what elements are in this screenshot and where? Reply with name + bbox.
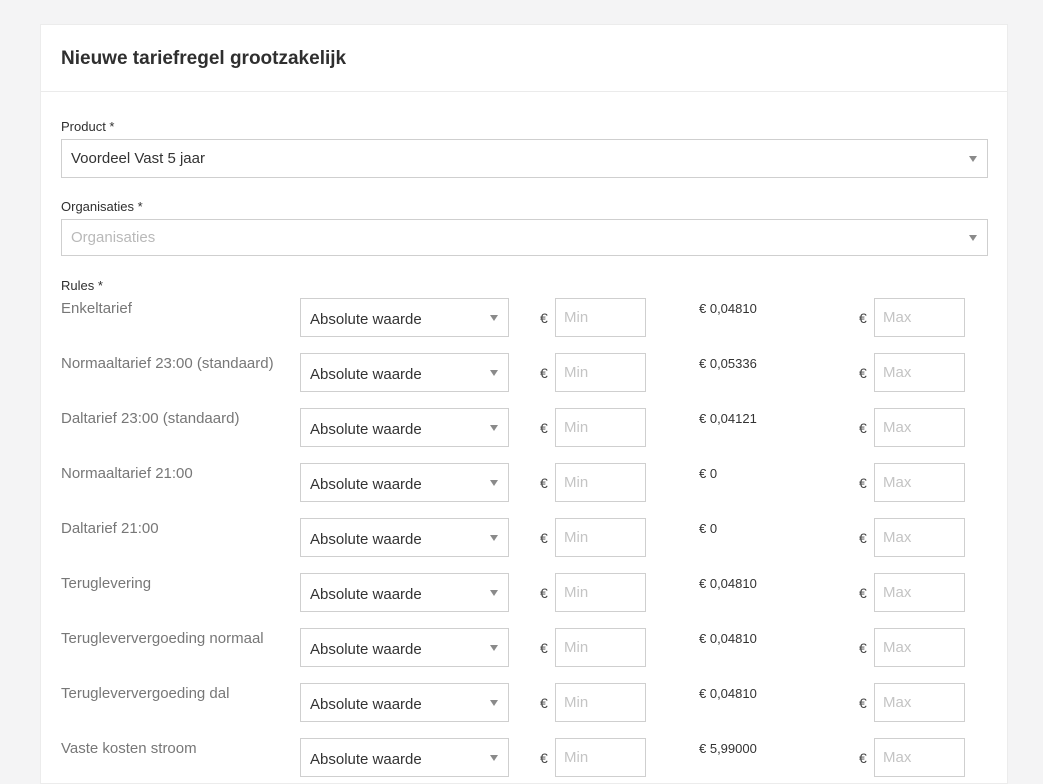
rule-type-value: Absolute waarde xyxy=(310,751,422,768)
chevron-down-icon xyxy=(969,155,977,162)
min-currency-symbol: € xyxy=(540,695,548,711)
min-input[interactable] xyxy=(555,518,646,557)
rule-name: Terugleververgoeding dal xyxy=(61,685,230,702)
min-currency-symbol: € xyxy=(540,420,548,436)
rule-name: Daltarief 23:00 (standaard) xyxy=(61,410,240,427)
max-input[interactable] xyxy=(874,628,965,667)
rule-type-select[interactable]: Absolute waarde xyxy=(300,353,509,392)
rule-type-select[interactable]: Absolute waarde xyxy=(300,738,509,777)
card-header: Nieuwe tariefregel grootzakelijk xyxy=(41,25,1007,92)
max-input[interactable] xyxy=(874,353,965,392)
current-rate-value: € 0,04810 xyxy=(699,631,757,646)
rule-type-select[interactable]: Absolute waarde xyxy=(300,683,509,722)
min-input[interactable] xyxy=(555,628,646,667)
rule-type-select[interactable]: Absolute waarde xyxy=(300,463,509,502)
min-input[interactable] xyxy=(555,463,646,502)
rule-name: Teruglevering xyxy=(61,575,152,592)
rule-type-value: Absolute waarde xyxy=(310,421,422,438)
rule-name: Terugleververgoeding normaal xyxy=(61,630,264,647)
rule-type-value: Absolute waarde xyxy=(310,311,422,328)
min-currency-symbol: € xyxy=(540,475,548,491)
chevron-down-icon xyxy=(490,589,498,596)
max-input[interactable] xyxy=(874,463,965,502)
max-currency-symbol: € xyxy=(859,585,867,601)
current-rate-value: € 0,04121 xyxy=(699,411,757,426)
max-input[interactable] xyxy=(874,738,965,777)
rule-type-value: Absolute waarde xyxy=(310,476,422,493)
rule-type-value: Absolute waarde xyxy=(310,586,422,603)
rule-name: Normaaltarief 21:00 xyxy=(61,465,193,482)
current-rate-value: € 0,04810 xyxy=(699,686,757,701)
rule-type-value: Absolute waarde xyxy=(310,696,422,713)
current-rate-value: € 0,04810 xyxy=(699,301,757,316)
chevron-down-icon xyxy=(490,534,498,541)
rule-type-value: Absolute waarde xyxy=(310,366,422,383)
rule-name: Enkeltarief xyxy=(61,300,132,317)
chevron-down-icon xyxy=(490,479,498,486)
max-currency-symbol: € xyxy=(859,640,867,656)
rule-name: Daltarief 21:00 xyxy=(61,520,159,537)
rule-type-select[interactable]: Absolute waarde xyxy=(300,628,509,667)
rule-type-value: Absolute waarde xyxy=(310,641,422,658)
max-input[interactable] xyxy=(874,298,965,337)
chevron-down-icon xyxy=(490,699,498,706)
chevron-down-icon xyxy=(490,644,498,651)
current-rate-value: € 5,99000 xyxy=(699,741,757,756)
rules-label: Rules * xyxy=(61,278,103,293)
product-select[interactable]: Voordeel Vast 5 jaar xyxy=(61,139,988,178)
min-input[interactable] xyxy=(555,683,646,722)
rule-type-select[interactable]: Absolute waarde xyxy=(300,298,509,337)
max-currency-symbol: € xyxy=(859,475,867,491)
current-rate-value: € 0 xyxy=(699,521,718,536)
rule-type-select[interactable]: Absolute waarde xyxy=(300,573,509,612)
product-label: Product * xyxy=(61,119,115,134)
max-currency-symbol: € xyxy=(859,750,867,766)
min-currency-symbol: € xyxy=(540,750,548,766)
min-currency-symbol: € xyxy=(540,585,548,601)
organisaties-select[interactable]: Organisaties xyxy=(61,219,988,256)
chevron-down-icon xyxy=(490,424,498,431)
max-currency-symbol: € xyxy=(859,420,867,436)
chevron-down-icon xyxy=(490,369,498,376)
product-select-value: Voordeel Vast 5 jaar xyxy=(71,150,205,167)
min-input[interactable] xyxy=(555,573,646,612)
organisaties-label: Organisaties * xyxy=(61,199,143,214)
min-currency-symbol: € xyxy=(540,365,548,381)
current-rate-value: € 0,05336 xyxy=(699,356,757,371)
min-currency-symbol: € xyxy=(540,640,548,656)
chevron-down-icon xyxy=(969,234,977,241)
max-input[interactable] xyxy=(874,683,965,722)
new-rate-rule-card: Nieuwe tariefregel grootzakelijk Product… xyxy=(40,24,1008,784)
max-currency-symbol: € xyxy=(859,695,867,711)
rule-name: Normaaltarief 23:00 (standaard) xyxy=(61,355,274,372)
rule-type-value: Absolute waarde xyxy=(310,531,422,548)
page-title: Nieuwe tariefregel grootzakelijk xyxy=(61,47,347,69)
max-input[interactable] xyxy=(874,408,965,447)
chevron-down-icon xyxy=(490,314,498,321)
max-currency-symbol: € xyxy=(859,310,867,326)
min-input[interactable] xyxy=(555,738,646,777)
min-currency-symbol: € xyxy=(540,310,548,326)
max-currency-symbol: € xyxy=(859,365,867,381)
current-rate-value: € 0,04810 xyxy=(699,576,757,591)
chevron-down-icon xyxy=(490,754,498,761)
organisaties-placeholder: Organisaties xyxy=(71,229,156,246)
min-input[interactable] xyxy=(555,298,646,337)
max-currency-symbol: € xyxy=(859,530,867,546)
max-input[interactable] xyxy=(874,573,965,612)
min-input[interactable] xyxy=(555,408,646,447)
min-input[interactable] xyxy=(555,353,646,392)
rule-type-select[interactable]: Absolute waarde xyxy=(300,408,509,447)
max-input[interactable] xyxy=(874,518,965,557)
rule-type-select[interactable]: Absolute waarde xyxy=(300,518,509,557)
min-currency-symbol: € xyxy=(540,530,548,546)
rule-name: Vaste kosten stroom xyxy=(61,740,197,757)
current-rate-value: € 0 xyxy=(699,466,718,481)
